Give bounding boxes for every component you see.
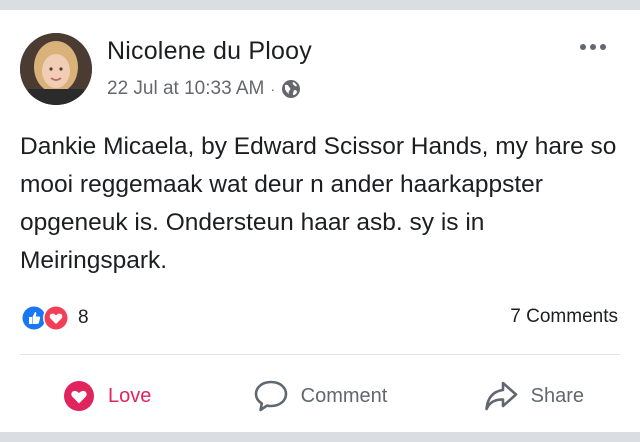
avatar-photo: [20, 33, 92, 105]
post-timestamp[interactable]: 22 Jul at 10:33 AM: [107, 78, 264, 100]
love-icon: [63, 381, 94, 411]
reactions-summary[interactable]: 8: [20, 304, 89, 332]
post-text: Dankie Micaela, by Edward Scissor Hands,…: [20, 133, 617, 274]
love-button[interactable]: Love: [0, 366, 213, 426]
meta-separator: ·: [270, 81, 276, 97]
more-options-icon[interactable]: [580, 44, 606, 50]
actions-divider: [20, 354, 620, 355]
post-meta: 22 Jul at 10:33 AM ·: [107, 78, 301, 100]
comment-icon: [254, 380, 287, 412]
post-actions-bar: Love Comment Share: [0, 366, 640, 426]
love-button-label: Love: [107, 384, 152, 407]
post-card: Nicolene du Plooy 22 Jul at 10:33 AM · D…: [0, 10, 640, 432]
share-icon: [484, 381, 517, 411]
share-button-label: Share: [530, 384, 584, 407]
avatar[interactable]: [20, 33, 92, 105]
comments-count-link[interactable]: 7 Comments: [510, 306, 618, 328]
love-reaction-icon: [43, 305, 69, 331]
globe-icon[interactable]: [281, 79, 301, 99]
author-name[interactable]: Nicolene du Plooy: [107, 37, 312, 66]
reaction-count: 8: [78, 307, 89, 328]
comment-button[interactable]: Comment: [213, 366, 426, 426]
share-button[interactable]: Share: [427, 366, 640, 426]
comment-button-label: Comment: [300, 384, 388, 407]
